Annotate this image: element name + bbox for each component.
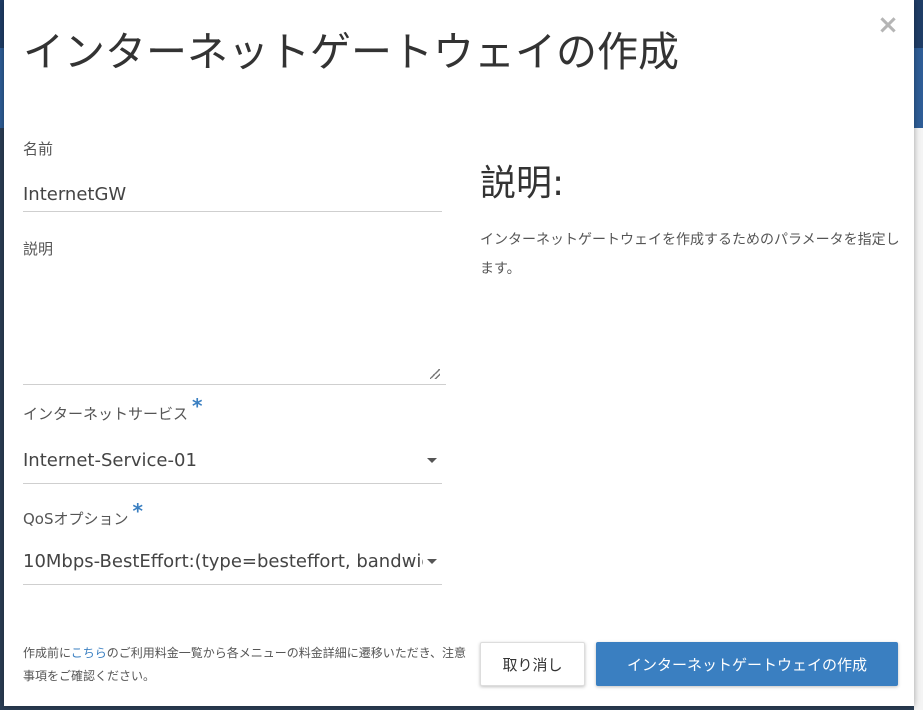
name-label: 名前 bbox=[23, 140, 54, 158]
pricing-link[interactable]: こちら bbox=[71, 646, 107, 660]
chevron-down-icon bbox=[427, 559, 437, 564]
required-asterisk-icon: * bbox=[132, 499, 143, 523]
chevron-down-icon bbox=[427, 458, 437, 463]
create-internet-gateway-button[interactable]: インターネットゲートウェイの作成 bbox=[596, 642, 898, 686]
resize-handle-icon[interactable] bbox=[430, 369, 440, 379]
close-icon[interactable]: × bbox=[877, 12, 899, 38]
internet-service-label-text: インターネットサービス bbox=[23, 405, 189, 423]
help-title: 説明: bbox=[480, 163, 565, 204]
internet-service-select[interactable]: Internet-Service-01 bbox=[23, 439, 442, 484]
dialog-title: インターネットゲートウェイの作成 bbox=[23, 28, 679, 76]
description-textarea[interactable] bbox=[23, 272, 446, 385]
qos-option-selected-value: 10Mbps-BestEffort:(type=besteffort, band… bbox=[23, 551, 423, 572]
create-internet-gateway-dialog: × インターネットゲートウェイの作成 名前 説明 インターネットサービス* In… bbox=[4, 0, 914, 706]
required-asterisk-icon: * bbox=[192, 394, 203, 418]
internet-service-selected-value: Internet-Service-01 bbox=[23, 450, 197, 471]
name-input[interactable] bbox=[23, 177, 442, 212]
qos-option-select[interactable]: 10Mbps-BestEffort:(type=besteffort, band… bbox=[23, 540, 442, 585]
qos-option-label-text: QoSオプション bbox=[23, 510, 129, 528]
cancel-button[interactable]: 取り消し bbox=[480, 642, 585, 686]
background-page bbox=[914, 128, 923, 710]
help-text: インターネットゲートウェイを作成するためのパラメータを指定します。 bbox=[480, 232, 900, 277]
pricing-note-prefix: 作成前に bbox=[23, 646, 71, 660]
pricing-note: 作成前にこちらのご利用料金一覧から各メニューの料金詳細に遷移いただき、注意事項を… bbox=[23, 642, 475, 688]
description-label: 説明 bbox=[23, 240, 54, 258]
internet-service-label: インターネットサービス * bbox=[23, 394, 202, 424]
qos-option-label: QoSオプション * bbox=[23, 499, 143, 529]
